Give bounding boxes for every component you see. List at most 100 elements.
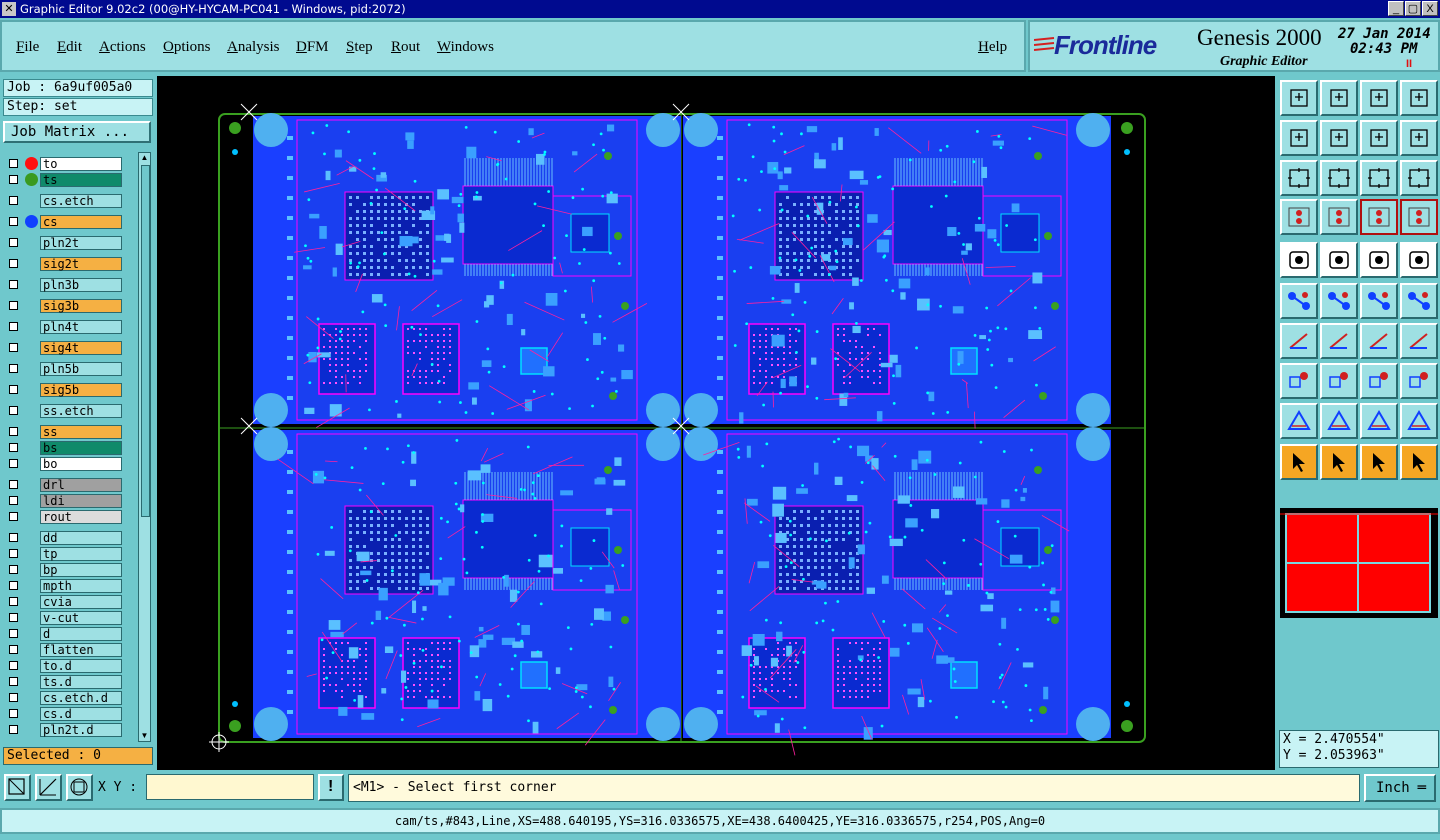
layer-name[interactable]: sig3b bbox=[40, 299, 122, 313]
scroll-down-icon[interactable]: ▼ bbox=[140, 731, 149, 741]
layer-name[interactable]: ts.d bbox=[40, 675, 122, 689]
layer-checkbox[interactable] bbox=[9, 597, 18, 606]
move-button[interactable] bbox=[1280, 363, 1318, 399]
layer-name[interactable]: pln5b bbox=[40, 362, 122, 376]
layer-row-dd[interactable]: dd bbox=[4, 531, 126, 545]
layer-name[interactable]: flatten bbox=[40, 643, 122, 657]
layer-checkbox[interactable] bbox=[9, 385, 18, 394]
net-button[interactable] bbox=[1280, 283, 1318, 319]
layer-checkbox[interactable] bbox=[9, 175, 18, 184]
layer-row-cs-etch-d[interactable]: cs.etch.d bbox=[4, 691, 126, 705]
menu-rout[interactable]: Rout bbox=[391, 39, 420, 56]
layer-row-mpth[interactable]: mpth bbox=[4, 579, 126, 593]
layer-checkbox[interactable] bbox=[9, 709, 18, 718]
layer-row-bs[interactable]: bs bbox=[4, 441, 126, 455]
home-button[interactable] bbox=[1360, 80, 1398, 116]
layer-row-to-d[interactable]: to.d bbox=[4, 659, 126, 673]
layer-checkbox[interactable] bbox=[9, 159, 18, 168]
fit-all-button[interactable] bbox=[1280, 160, 1318, 196]
ruler-button[interactable] bbox=[1360, 242, 1398, 278]
layer-name[interactable]: rout bbox=[40, 510, 122, 524]
outline-button[interactable] bbox=[1320, 242, 1358, 278]
layer-scrollbar[interactable]: ▲ ▼ bbox=[138, 152, 151, 742]
layer-row-sig3b[interactable]: sig3b bbox=[4, 299, 126, 313]
layer-name[interactable]: cs.etch.d bbox=[40, 691, 122, 705]
measure-button[interactable] bbox=[1280, 199, 1318, 235]
connect-2-button[interactable] bbox=[1400, 283, 1438, 319]
layer-name[interactable]: ss bbox=[40, 425, 122, 439]
layer-row-to[interactable]: to bbox=[4, 157, 126, 171]
layer-name[interactable]: pln2t.d bbox=[40, 723, 122, 737]
layer-row-sig4t[interactable]: sig4t bbox=[4, 341, 126, 355]
layer-checkbox[interactable] bbox=[9, 443, 18, 452]
layer-checkbox[interactable] bbox=[9, 581, 18, 590]
layer-checkbox[interactable] bbox=[9, 693, 18, 702]
exit-right-button[interactable] bbox=[1320, 120, 1358, 156]
layer-name[interactable]: bo bbox=[40, 457, 122, 471]
scroll-up-icon[interactable]: ▲ bbox=[140, 153, 149, 163]
exit-left-button[interactable] bbox=[1280, 120, 1318, 156]
layer-checkbox[interactable] bbox=[9, 496, 18, 505]
layer-name[interactable]: ldi bbox=[40, 494, 122, 508]
pause-indicator[interactable]: II bbox=[1406, 58, 1412, 70]
layer-row-pln3b[interactable]: pln3b bbox=[4, 278, 126, 292]
arc-button[interactable] bbox=[1360, 323, 1398, 359]
layer-name[interactable]: cs bbox=[40, 215, 122, 229]
minimize-button[interactable]: _ bbox=[1388, 1, 1404, 16]
layer-checkbox[interactable] bbox=[9, 217, 18, 226]
layer-row-drl[interactable]: drl bbox=[4, 478, 126, 492]
job-matrix-button[interactable]: Job Matrix ... bbox=[3, 121, 151, 143]
layer-name[interactable]: pln2t bbox=[40, 236, 122, 250]
grid-button[interactable] bbox=[66, 774, 93, 801]
layer-name[interactable]: ts bbox=[40, 173, 122, 187]
layer-checkbox[interactable] bbox=[9, 196, 18, 205]
maximize-button[interactable]: ▢ bbox=[1405, 1, 1421, 16]
snap-button[interactable] bbox=[35, 774, 62, 801]
layer-checkbox[interactable] bbox=[9, 629, 18, 638]
display-layers-button[interactable] bbox=[1360, 199, 1398, 235]
layer-row-ss-etch[interactable]: ss.etch bbox=[4, 404, 126, 418]
menu-options[interactable]: Options bbox=[163, 39, 211, 56]
layer-row-bo[interactable]: bo bbox=[4, 457, 126, 471]
layer-name[interactable]: bp bbox=[40, 563, 122, 577]
layer-checkbox[interactable] bbox=[9, 480, 18, 489]
layer-name[interactable]: mpth bbox=[40, 579, 122, 593]
scale-1-2-button[interactable] bbox=[1360, 160, 1398, 196]
layer-row-sig5b[interactable]: sig5b bbox=[4, 383, 126, 397]
select-arrow-button[interactable] bbox=[1280, 444, 1318, 480]
cross-button[interactable] bbox=[1320, 283, 1358, 319]
xy-input[interactable] bbox=[146, 774, 314, 800]
layer-name[interactable]: bs bbox=[40, 441, 122, 455]
home-down-button[interactable] bbox=[1320, 80, 1358, 116]
layer-row-ldi[interactable]: ldi bbox=[4, 494, 126, 508]
layer-row-d[interactable]: d bbox=[4, 627, 126, 641]
query-button[interactable] bbox=[1400, 160, 1438, 196]
line-button[interactable] bbox=[1320, 323, 1358, 359]
layer-row-pln4t[interactable]: pln4t bbox=[4, 320, 126, 334]
layer-row-ts-d[interactable]: ts.d bbox=[4, 675, 126, 689]
layer-checkbox[interactable] bbox=[9, 565, 18, 574]
panel-drawing[interactable] bbox=[157, 76, 1275, 770]
layer-name[interactable]: cs.d bbox=[40, 707, 122, 721]
layer-name[interactable]: drl bbox=[40, 478, 122, 492]
layer-checkbox[interactable] bbox=[9, 549, 18, 558]
alert-button[interactable]: ! bbox=[318, 774, 344, 801]
layer-name[interactable]: to bbox=[40, 157, 122, 171]
layer-checkbox[interactable] bbox=[9, 613, 18, 622]
layer-name[interactable]: tp bbox=[40, 547, 122, 561]
layer-checkbox[interactable] bbox=[9, 459, 18, 468]
menu-analysis[interactable]: Analysis bbox=[227, 39, 280, 56]
layer-name[interactable]: v-cut bbox=[40, 611, 122, 625]
layer-checkbox[interactable] bbox=[9, 238, 18, 247]
angle-button[interactable] bbox=[1280, 323, 1318, 359]
layer-checkbox[interactable] bbox=[9, 280, 18, 289]
menu-help[interactable]: Help bbox=[978, 39, 1007, 56]
layer-name[interactable]: pln4t bbox=[40, 320, 122, 334]
pad-button[interactable] bbox=[1280, 242, 1318, 278]
triangle-2-button[interactable] bbox=[1320, 403, 1358, 439]
layer-name[interactable]: cvia bbox=[40, 595, 122, 609]
layer-checkbox[interactable] bbox=[9, 364, 18, 373]
layer-name[interactable]: sig2t bbox=[40, 257, 122, 271]
layer-row-cs[interactable]: cs bbox=[4, 215, 126, 229]
layer-checkbox[interactable] bbox=[9, 427, 18, 436]
